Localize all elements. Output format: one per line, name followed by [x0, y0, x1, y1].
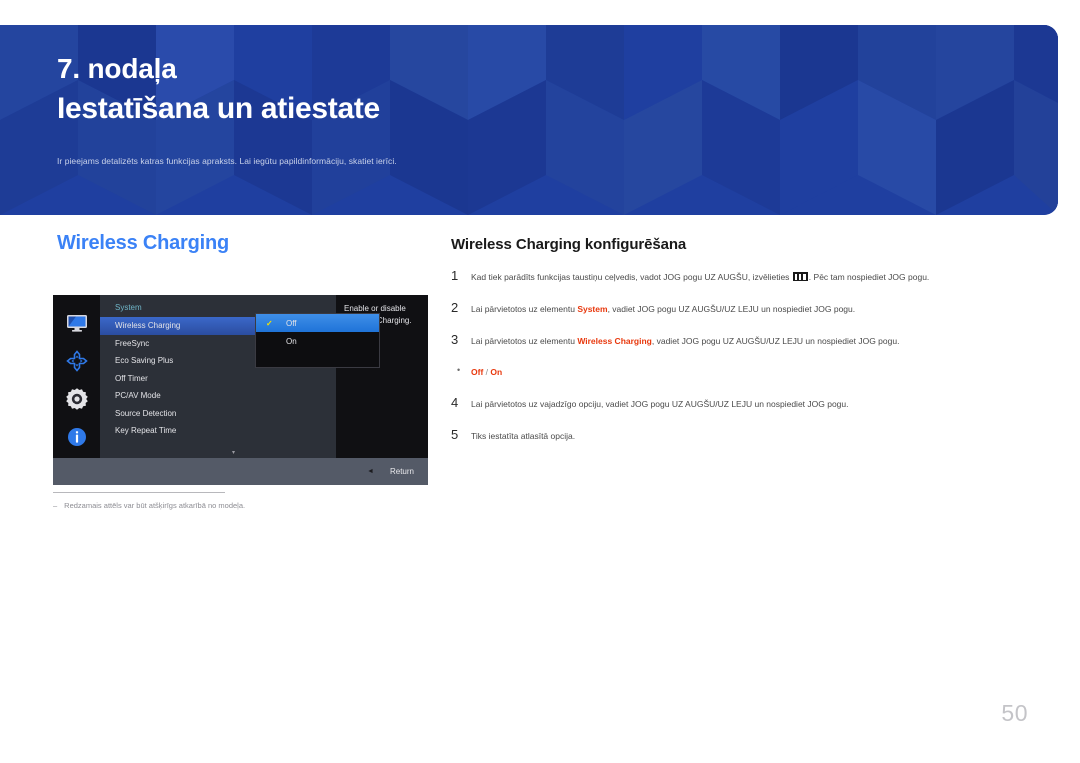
procedure-step: 4 Lai pārvietotos uz vajadzīgo opciju, va…	[451, 396, 1029, 410]
step-text: Tiks iestatīta atlasītā opcija.	[471, 431, 576, 442]
menu-bars-icon	[792, 272, 808, 281]
step-text: Lai pārvietotos uz elementu System, vadi…	[471, 303, 856, 314]
step-number: 4	[451, 395, 459, 411]
popup-option-label: On	[286, 336, 297, 346]
footnote-text: Redzamais attēls var būt atšķirīgs atkar…	[64, 501, 246, 510]
check-icon: ✓	[266, 318, 273, 328]
highlighted-term: On	[490, 367, 503, 378]
section-title: Wireless Charging	[57, 232, 230, 254]
popup-option-on[interactable]: On	[256, 332, 379, 350]
info-icon[interactable]	[65, 425, 89, 449]
procedure-step: 5 Tiks iestatīta atlasītā opcija.	[451, 428, 1029, 442]
chapter-title: Iestatīšana un atiestate	[57, 91, 380, 125]
procedure-step: 2 Lai pārvietotos uz elementu System, vad…	[451, 301, 1029, 315]
bullet-icon: •	[457, 365, 461, 376]
procedure-step: 3 Lai pārvietotos uz elementu Wireless Ch…	[451, 331, 1029, 347]
procedure-step: 1 Kad tiek parādīts funkcijas taustiņu ce…	[451, 269, 1029, 283]
osd-row-label: FreeSync	[115, 338, 150, 348]
osd-footer-bar: ◄ Return	[53, 458, 428, 485]
step-text: Lai pārvietotos uz vajadzīgo opciju, vad…	[471, 399, 849, 410]
footnote-divider	[53, 492, 225, 493]
gear-icon[interactable]	[65, 387, 89, 411]
return-label[interactable]: Return	[390, 467, 414, 476]
step-text: Lai pārvietotos uz elementu Wireless Cha…	[471, 335, 900, 346]
directional-pad-icon[interactable]	[65, 349, 89, 373]
return-arrow-icon: ◄	[367, 468, 374, 475]
highlighted-term: Off	[471, 367, 484, 378]
popup-option-off[interactable]: ✓ Off	[256, 314, 379, 332]
step-text: Kad tiek parādīts funkcijas taustiņu ceļ…	[471, 272, 930, 282]
procedure-title: Wireless Charging konfigurēšana	[451, 236, 687, 253]
manual-page: 7. nodaļa Iestatīšana un atiestate Ir pi…	[0, 0, 1080, 763]
step-number: 2	[451, 299, 459, 315]
option-values-text: Off / On	[471, 367, 503, 378]
monitor-icon[interactable]	[65, 311, 89, 335]
osd-screenshot: System Wireless Charging FreeSync Eco Sa…	[53, 295, 428, 485]
osd-body: System Wireless Charging FreeSync Eco Sa…	[53, 295, 428, 458]
procedure-option-bullet: • Off / On	[451, 364, 1029, 378]
left-column: Wireless Charging	[57, 232, 432, 255]
osd-option-popup: ✓ Off On	[255, 313, 380, 368]
highlighted-term: Wireless Charging	[577, 335, 652, 346]
chapter-label: 7. nodaļa	[57, 53, 177, 84]
osd-row-label: PC/AV Mode	[115, 391, 161, 401]
highlighted-term: System	[577, 303, 608, 314]
right-column: Wireless Charging konfigurēšana 1 Kad tie…	[451, 236, 1029, 460]
chapter-banner: 7. nodaļa Iestatīšana un atiestate Ir pi…	[0, 25, 1058, 215]
footnote-block: ‒ Redzamais attēls var būt atšķirīgs atk…	[53, 492, 393, 510]
step-number: 5	[451, 427, 459, 443]
osd-row-label: Source Detection	[115, 408, 177, 418]
step-number: 1	[451, 268, 459, 283]
footnote-dash: ‒	[53, 501, 58, 510]
osd-icon-rail	[53, 295, 100, 458]
step-number: 3	[451, 331, 459, 347]
osd-row-label: Wireless Charging	[115, 321, 181, 331]
osd-row-label: Key Repeat Time	[115, 426, 177, 436]
chapter-subtitle: Ir pieejams detalizēts katras funkcijas …	[57, 155, 397, 166]
page-number: 50	[1001, 700, 1028, 726]
scroll-down-icon[interactable]: ▾	[232, 449, 235, 456]
procedure-steps: 1 Kad tiek parādīts funkcijas taustiņu ce…	[451, 269, 1029, 442]
osd-row-label: Off Timer	[115, 373, 148, 383]
footnote: ‒ Redzamais attēls var būt atšķirīgs atk…	[53, 501, 393, 510]
osd-row-label: Eco Saving Plus	[115, 356, 174, 366]
